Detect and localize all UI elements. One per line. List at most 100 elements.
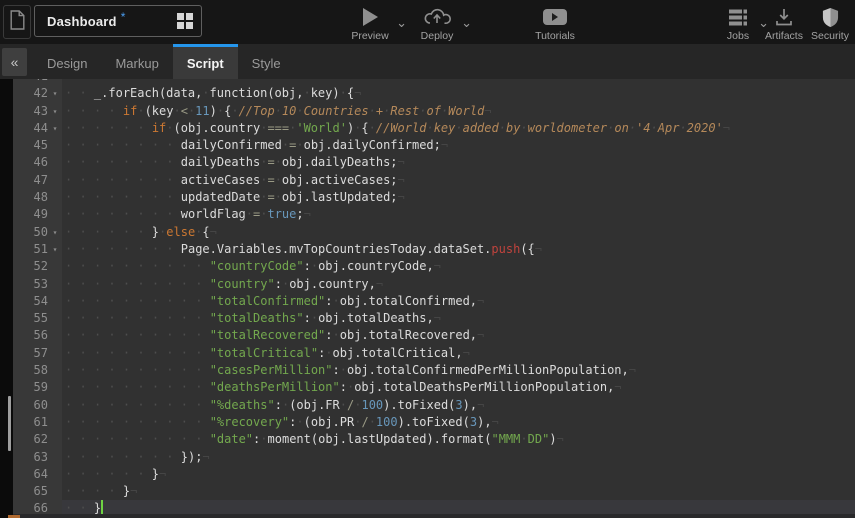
code-line[interactable]: 64 · · · · · · }¬ [13,466,855,483]
code-line[interactable]: 55· · · · · · · · · · "totalDeaths":·obj… [13,310,855,327]
code-line[interactable]: 49· · · · · · · · worldFlag·=·true;¬ [13,206,855,223]
fold-spacer [48,449,62,466]
gutter-cell: 61 [13,414,62,431]
eol-marker: ¬ [557,432,564,446]
code-line[interactable]: 56· · · · · · · · · · "totalRecovered":·… [13,327,855,344]
code-text: · · · · · · }¬ [62,466,166,483]
gutter-cell: 48 [13,189,62,206]
eol-marker: ¬ [441,138,448,152]
code-line[interactable]: 61· · · · · · · · · · "%recovery":·(obj.… [13,414,855,431]
line-number: 65 [13,483,48,500]
code-text: · · · · · · }·else·{¬ [62,224,217,241]
gutter-cell: 64 [13,466,62,483]
fold-spacer [48,137,62,154]
code-text: · · · · · · · · · · "countryCode":·obj.c… [62,258,441,275]
script-editor[interactable]: 41¬42▾· · _.forEach(data,·function(obj,·… [0,79,855,518]
gutter-cell: 54 [13,293,62,310]
wavemaker-studio: Dashboard * ⌄ Preview ⌄ Deploy Tutorials [0,0,855,518]
topbar: Dashboard * ⌄ Preview ⌄ Deploy Tutorials [0,0,855,46]
code-line[interactable]: 50▾· · · · · · }·else·{¬ [13,224,855,241]
line-number: 42 [13,85,48,102]
fold-spacer [48,206,62,223]
tabs: Design Markup Script Style [33,44,295,79]
play-icon [341,5,399,29]
code-line[interactable]: 43▾· · · · if·(key·<·11)·{·//Top·10·Coun… [13,103,855,120]
code-text: · · · · · · · · · · "totalCritical":·obj… [62,345,470,362]
collapse-panel-button[interactable]: « [2,48,27,76]
eol-marker: ¬ [304,207,311,221]
tab-style[interactable]: Style [238,44,295,79]
fold-toggle[interactable]: ▾ [48,241,62,258]
line-number: 44 [13,120,48,137]
line-number: 62 [13,431,48,448]
jobs-button[interactable]: ⌄ Jobs [714,5,762,42]
shield-icon [806,5,854,29]
code-text: · · · · · · · · · · "country":·obj.count… [62,276,383,293]
tutorials-button[interactable]: Tutorials [528,5,582,42]
chevron-down-icon[interactable]: ⌄ [461,18,472,28]
code-line[interactable]: 60· · · · · · · · · · "%deaths":·(obj.FR… [13,397,855,414]
code-line[interactable]: 54· · · · · · · · · · "totalConfirmed":·… [13,293,855,310]
code-line[interactable]: 62· · · · · · · · · · "date":·moment(obj… [13,431,855,448]
line-number: 58 [13,362,48,379]
tab-design[interactable]: Design [33,44,101,79]
code-line[interactable]: 48· · · · · · · · updatedDate·=·obj.last… [13,189,855,206]
code-line[interactable]: 52· · · · · · · · · · "countryCode":·obj… [13,258,855,275]
code-text: · · · · if·(key·<·11)·{·//Top·10·Countri… [62,103,492,120]
code-text: · · · · · · · · · · "deathsPerMillion":·… [62,379,622,396]
code-line[interactable]: 65· · · · }¬ [13,483,855,500]
page-selector[interactable]: Dashboard * [34,5,202,37]
gutter-cell: 47 [13,172,62,189]
widgets-grid-icon[interactable] [177,13,193,29]
chevron-down-icon[interactable]: ⌄ [396,18,407,28]
line-number: 45 [13,137,48,154]
jobs-stack-icon [714,5,762,29]
tab-bar: « Design Markup Script Style [0,44,855,79]
code-line[interactable]: 59· · · · · · · · · · "deathsPerMillion"… [13,379,855,396]
code-text: · · · · · · · · · · "%recovery":·(obj.PR… [62,414,499,431]
line-number: 48 [13,189,48,206]
tab-markup[interactable]: Markup [101,44,172,79]
code-text: · · · · · · · · activeCases·=·obj.active… [62,172,405,189]
code-line[interactable]: 47· · · · · · · · activeCases·=·obj.acti… [13,172,855,189]
code-line[interactable]: 51▾· · · · · · · · Page.Variables.mvTopC… [13,241,855,258]
page-icon-button[interactable] [3,5,31,39]
code-text: · · · · · · · · · · "totalConfirmed":·ob… [62,293,484,310]
deploy-button[interactable]: ⌄ Deploy [410,5,464,42]
fold-toggle[interactable]: ▾ [48,85,62,102]
vertical-scrollbar-thumb[interactable] [8,396,11,451]
line-number: 43 [13,103,48,120]
code-line[interactable]: 57· · · · · · · · · · "totalCritical":·o… [13,345,855,362]
fold-spacer [48,431,62,448]
code-line[interactable]: 45· · · · · · · · dailyConfirmed·=·obj.d… [13,137,855,154]
code-text: · · _.forEach(data,·function(obj,·key)·{… [62,85,361,102]
fold-spacer [48,362,62,379]
artifacts-button[interactable]: Artifacts [760,5,808,42]
gutter-cell: 49 [13,206,62,223]
preview-button[interactable]: ⌄ Preview [341,5,399,42]
eol-marker: ¬ [159,467,166,481]
code-text: · · · · · · · · });¬ [62,449,210,466]
gutter-cell: 59 [13,379,62,396]
tab-script[interactable]: Script [173,44,238,79]
gutter-cell: 42▾ [13,85,62,102]
line-number: 64 [13,466,48,483]
gutter-cell: 44▾ [13,120,62,137]
fold-toggle[interactable]: ▾ [48,103,62,120]
code-line[interactable]: 53· · · · · · · · · · "country":·obj.cou… [13,276,855,293]
code-text: · · · · · · · · · · "casesPerMillion":·o… [62,362,636,379]
code-line[interactable]: 63· · · · · · · · });¬ [13,449,855,466]
security-button[interactable]: Security [806,5,854,42]
code-line[interactable]: 46· · · · · · · · dailyDeaths·=·obj.dail… [13,154,855,171]
code-line[interactable]: 44▾· · · · · · if·(obj.country·===·'Worl… [13,120,855,137]
cloud-upload-icon [410,5,464,29]
code-line[interactable]: 42▾· · _.forEach(data,·function(obj,·key… [13,85,855,102]
fold-toggle[interactable]: ▾ [48,224,62,241]
page-icon [10,10,25,35]
code-line[interactable]: 58 · · · · · · · · · · "casesPerMillion":… [13,362,855,379]
line-number: 51 [13,241,48,258]
page-widget: Dashboard * [3,5,202,39]
fold-toggle[interactable]: ▾ [48,120,62,137]
code-text: · · · · · · · · Page.Variables.mvTopCoun… [62,241,542,258]
code-lines: 41¬42▾· · _.forEach(data,·function(obj,·… [13,79,855,518]
